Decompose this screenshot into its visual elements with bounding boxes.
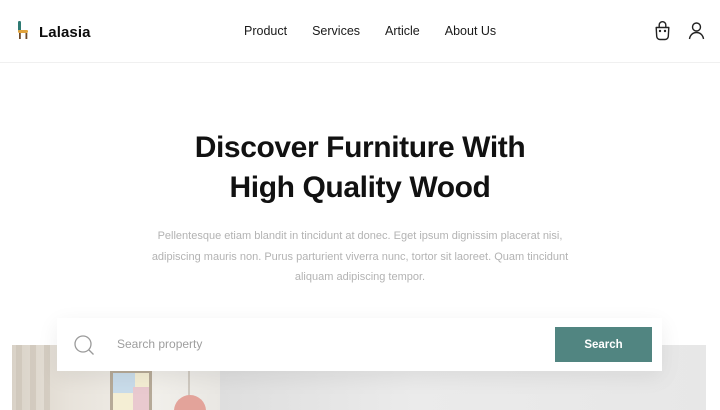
hero-title-line-1: Discover Furniture With	[194, 131, 526, 164]
curtain-fold	[30, 345, 36, 410]
wall-art-frame	[110, 370, 152, 410]
main-nav: Product Services Article About Us	[244, 24, 496, 38]
header: Lalasia Product Services Article About U…	[0, 0, 720, 63]
wall-art-pink-block	[133, 387, 149, 410]
wall-art-blue-block	[113, 373, 135, 393]
search-button[interactable]: Search	[555, 327, 652, 362]
hero-title: Discover Furniture With High Quality Woo…	[0, 128, 720, 208]
header-actions	[653, 20, 706, 41]
curtain-fold	[44, 345, 50, 410]
hero-title-line-2: High Quality Wood	[229, 171, 491, 204]
nav-item-article[interactable]: Article	[385, 24, 420, 38]
search-icon	[73, 334, 95, 356]
user-icon[interactable]	[687, 20, 706, 41]
search-input[interactable]	[117, 333, 437, 355]
nav-item-about-us[interactable]: About Us	[445, 24, 496, 38]
curtain-fold	[16, 345, 22, 410]
search-bar: Search	[57, 318, 662, 371]
shopping-bag-icon[interactable]	[653, 20, 672, 41]
chair-icon	[16, 20, 30, 45]
nav-item-services[interactable]: Services	[312, 24, 360, 38]
logo[interactable]: Lalasia	[16, 20, 91, 45]
nav-item-product[interactable]: Product	[244, 24, 287, 38]
brand-name: Lalasia	[39, 24, 91, 41]
hero-description: Pellentesque etiam blandit in tincidunt …	[151, 230, 569, 283]
